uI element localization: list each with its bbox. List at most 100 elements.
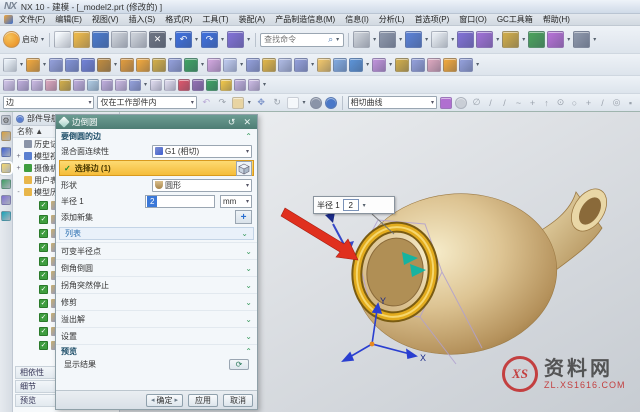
hole-icon[interactable] bbox=[97, 58, 111, 72]
copy-icon[interactable] bbox=[130, 31, 147, 48]
sew-icon[interactable] bbox=[294, 58, 308, 72]
emboss-icon[interactable] bbox=[443, 58, 457, 72]
view-manager-icon[interactable] bbox=[1, 195, 11, 205]
history-icon[interactable] bbox=[1, 211, 11, 221]
mirror-icon[interactable] bbox=[411, 58, 425, 72]
shell-icon[interactable] bbox=[184, 58, 198, 72]
dialog-close-button[interactable]: ✕ bbox=[241, 117, 253, 128]
dwg-icon[interactable] bbox=[150, 79, 162, 91]
swept-icon[interactable] bbox=[59, 79, 71, 91]
new-file-icon[interactable] bbox=[54, 31, 71, 48]
chevron-down-icon[interactable]: ▾ bbox=[221, 36, 224, 43]
feature-checkbox[interactable]: ✓ bbox=[39, 341, 48, 350]
app-menu-icon[interactable] bbox=[4, 15, 13, 24]
orient-cube-icon[interactable] bbox=[405, 31, 422, 48]
patch-icon[interactable] bbox=[129, 79, 141, 91]
wrap-icon[interactable] bbox=[427, 58, 441, 72]
rectangle-select-icon[interactable] bbox=[287, 97, 299, 109]
snap-point-curve-icon[interactable]: / bbox=[596, 96, 609, 109]
scope-combo[interactable]: 仅在工作部件内 ▾ bbox=[97, 96, 196, 109]
chevron-down-icon[interactable]: ▾ bbox=[195, 36, 198, 43]
continuity-combo[interactable]: G1 (相切) ▾ bbox=[152, 145, 252, 158]
offset-icon[interactable] bbox=[349, 58, 363, 72]
feature-checkbox[interactable]: ✓ bbox=[39, 229, 48, 238]
chevron-down-icon[interactable]: ▾ bbox=[336, 36, 339, 43]
block-icon[interactable] bbox=[81, 58, 95, 72]
tree-expander-icon[interactable]: - bbox=[15, 189, 22, 196]
stop-at-intersection-icon[interactable] bbox=[455, 97, 467, 109]
wireframe-icon[interactable] bbox=[325, 97, 337, 109]
menu-item-2[interactable]: 视图(V) bbox=[88, 14, 123, 25]
feature-checkbox[interactable]: ✓ bbox=[39, 271, 48, 280]
chevron-down-icon[interactable]: ▾ bbox=[169, 36, 172, 43]
dialog-section-5[interactable]: 设置⌄ bbox=[56, 327, 257, 344]
reuse-library-icon[interactable] bbox=[1, 179, 11, 189]
rib-icon[interactable] bbox=[136, 58, 150, 72]
bridge-icon[interactable] bbox=[87, 79, 99, 91]
ruled-icon[interactable] bbox=[17, 79, 29, 91]
snap-control-icon[interactable]: ~ bbox=[512, 96, 525, 109]
curve-rule-combo[interactable]: 相切曲线 ▾ bbox=[348, 96, 437, 109]
synchronous-icon[interactable] bbox=[476, 31, 493, 48]
spline-icon[interactable] bbox=[192, 79, 204, 91]
delete-icon[interactable]: ✕ bbox=[149, 31, 166, 48]
constraint-navigator-icon[interactable] bbox=[1, 147, 11, 157]
search-icon[interactable]: ⌕ bbox=[328, 34, 333, 45]
menu-item-5[interactable]: 工具(T) bbox=[198, 14, 232, 25]
part-navigator-tab[interactable] bbox=[1, 163, 11, 173]
add-new-set-button[interactable]: + bbox=[235, 210, 252, 224]
snap-disable-icon[interactable]: ∅ bbox=[470, 96, 483, 109]
snap-point-face-icon[interactable]: ◎ bbox=[610, 96, 623, 109]
chevron-down-icon[interactable]: ▾ bbox=[399, 36, 402, 43]
dialog-titlebar[interactable]: 边倒圆 ↺ ✕ bbox=[56, 115, 257, 129]
snap-quadrant-icon[interactable]: ○ bbox=[568, 96, 581, 109]
mesh-icon[interactable] bbox=[45, 79, 57, 91]
chevron-down-icon[interactable]: ▾ bbox=[144, 81, 147, 88]
unit-combo[interactable]: mm ▾ bbox=[220, 195, 252, 208]
thicken-icon[interactable] bbox=[372, 58, 386, 72]
n-sided-icon[interactable] bbox=[73, 79, 85, 91]
sweep-icon[interactable] bbox=[317, 58, 331, 72]
menu-item-0[interactable]: 文件(F) bbox=[15, 14, 49, 25]
list-section[interactable]: 列表 ⌄ bbox=[59, 227, 254, 240]
dialog-section-1[interactable]: 倒角倒圆⌄ bbox=[56, 259, 257, 276]
feature-checkbox[interactable]: ✓ bbox=[39, 285, 48, 294]
redo-icon[interactable]: ↷ bbox=[201, 31, 218, 48]
chevron-down-icon[interactable]: ▾ bbox=[496, 36, 499, 43]
type-filter-combo[interactable]: 边 ▾ bbox=[3, 96, 94, 109]
chevron-down-icon[interactable]: ▾ bbox=[425, 36, 428, 43]
menu-item-8[interactable]: 信息(I) bbox=[341, 14, 373, 25]
snap-endpoint-icon[interactable]: / bbox=[484, 96, 497, 109]
chevron-down-icon[interactable]: ▾ bbox=[476, 61, 479, 68]
section-edges-to-blend[interactable]: 要倒圆的边 ⌃ bbox=[56, 129, 257, 143]
paste-icon[interactable] bbox=[111, 31, 128, 48]
curve-red-icon[interactable] bbox=[178, 79, 190, 91]
feature-checkbox[interactable]: ✓ bbox=[39, 201, 48, 210]
cancel-button[interactable]: 取消 bbox=[223, 394, 253, 407]
save-icon[interactable] bbox=[92, 31, 109, 48]
snap-intersect-icon[interactable]: ↑ bbox=[540, 96, 553, 109]
onscreen-radius-input[interactable]: 半径 1 2 ▾ bbox=[313, 196, 395, 214]
chevron-down-icon[interactable]: ▾ bbox=[522, 36, 525, 43]
point-icon[interactable] bbox=[220, 79, 232, 91]
tree-expander-icon[interactable]: + bbox=[15, 165, 22, 172]
unite-icon[interactable] bbox=[168, 58, 182, 72]
start-menu-button[interactable]: 启动 ▾ bbox=[3, 31, 45, 48]
blank-view-icon[interactable] bbox=[431, 31, 448, 48]
menu-item-13[interactable]: 帮助(H) bbox=[539, 14, 574, 25]
menu-item-1[interactable]: 编辑(E) bbox=[51, 14, 86, 25]
pattern-icon[interactable] bbox=[152, 58, 166, 72]
chevron-down-icon[interactable]: ▾ bbox=[567, 36, 570, 43]
draft-icon[interactable] bbox=[262, 58, 276, 72]
revolve-icon[interactable] bbox=[65, 58, 79, 72]
chevron-down-icon[interactable]: ▾ bbox=[240, 61, 243, 68]
menu-item-7[interactable]: 产品制造信息(M) bbox=[271, 14, 339, 25]
shaded-icon[interactable] bbox=[310, 97, 322, 109]
select-all-icon[interactable]: ↶ bbox=[200, 96, 213, 109]
feature-checkbox[interactable]: ✓ bbox=[39, 215, 48, 224]
feature-checkbox[interactable]: ✓ bbox=[39, 257, 48, 266]
chevron-down-icon[interactable]: ▾ bbox=[366, 61, 369, 68]
chevron-down-icon[interactable]: ▾ bbox=[247, 36, 250, 43]
chevron-down-icon[interactable]: ▾ bbox=[373, 36, 376, 43]
menu-item-12[interactable]: GC工具箱 bbox=[493, 14, 537, 25]
